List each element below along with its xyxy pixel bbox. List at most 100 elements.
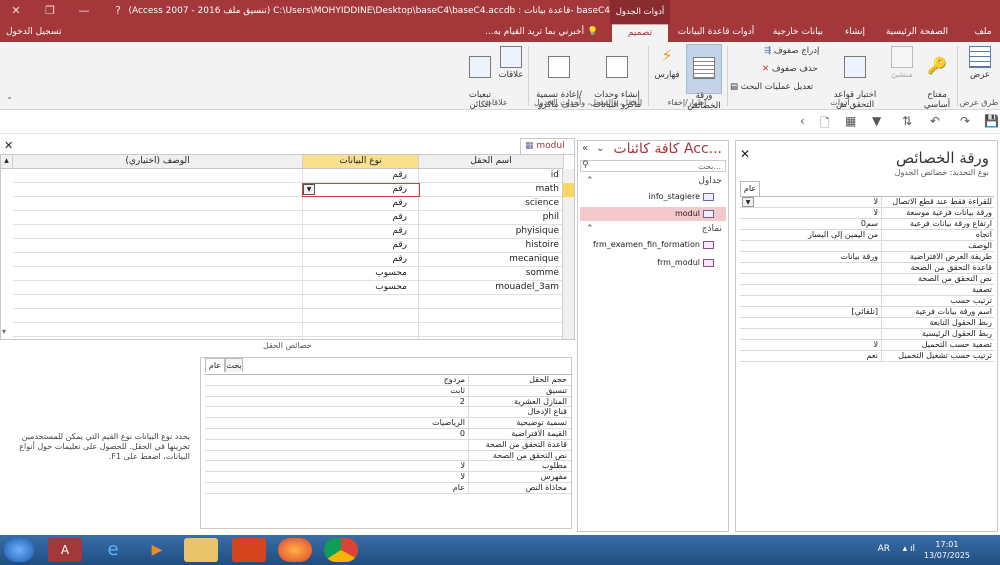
table-row[interactable] [13, 295, 563, 309]
nav-section-forms[interactable]: نماذج [702, 224, 722, 234]
tab-database-tools[interactable]: أدوات قاعدة البيانات [670, 24, 762, 42]
close-document-icon[interactable]: ✕ [4, 139, 13, 152]
minimize-window-button[interactable]: — [70, 0, 98, 24]
table-row[interactable]: mecanique رقم [13, 253, 563, 267]
table-row[interactable]: mouadel_3am محسوب [13, 281, 563, 295]
datasheet-icon[interactable]: ▦ [845, 114, 856, 128]
tell-me-box[interactable]: 💡 أخبرني بما تريد القيام به... [485, 27, 598, 37]
modify-lookups-button[interactable]: ▤ تعديل عمليات البحث [730, 82, 813, 92]
builder-button[interactable]: منشئ [886, 46, 918, 80]
sort-icon[interactable]: ⇅ [902, 114, 912, 128]
table-row[interactable]: somme محسوب [13, 267, 563, 281]
property-value[interactable]: لا [873, 208, 878, 218]
property-row[interactable]: تصفية حسب التحميل لا [740, 340, 994, 351]
start-button[interactable] [4, 538, 34, 562]
test-validation-button[interactable]: اختبار قواعد التحقق من الصحة [826, 46, 884, 120]
file-explorer-icon[interactable] [184, 538, 218, 562]
section-collapse-icon[interactable]: ⌃ [586, 224, 594, 234]
nav-pane-title[interactable]: كافة كائنات Acc... [613, 141, 722, 157]
table-row[interactable]: phyisique رقم [13, 225, 563, 239]
close-window-button[interactable]: ✕ [2, 0, 30, 24]
data-type-cell[interactable]: رقم [392, 211, 407, 224]
property-row[interactable]: قاعدة التحقق من الصحة [740, 263, 994, 274]
field-property-row[interactable]: مفهرس لا [205, 472, 571, 484]
property-row[interactable]: ورقة بيانات فرعية موسعة لا [740, 208, 994, 219]
field-property-row[interactable]: مطلوب لا [205, 461, 571, 473]
indexes-button[interactable]: ⚡ فهارس [652, 46, 682, 80]
field-property-row[interactable]: تنسيق ثابت [205, 385, 571, 397]
nav-item-frm-modul[interactable]: frm_modul [580, 256, 726, 270]
table-row[interactable]: science رقم [13, 197, 563, 211]
table-row[interactable] [13, 309, 563, 323]
field-property-value[interactable]: 0 [460, 429, 465, 439]
primary-key-button[interactable]: 🔑 مفتاح أساسي [920, 46, 954, 110]
field-name-cell[interactable]: phyisique [516, 225, 559, 238]
field-property-row[interactable]: تسمية توضيحية الرياضيات [205, 418, 571, 430]
scroll-down-icon[interactable]: ▾ [2, 327, 6, 336]
property-row[interactable]: الوصف [740, 241, 994, 252]
field-property-value[interactable]: ثابت [450, 386, 465, 396]
property-row[interactable]: تصفية [740, 285, 994, 296]
field-name-cell[interactable]: phil [543, 211, 559, 224]
property-row[interactable]: ارتفاع ورقة بيانات فرعية 0سم [740, 219, 994, 230]
property-row[interactable]: ترتيب حسب تشغيل التحميل نعم [740, 351, 994, 362]
field-name-cell[interactable]: id [551, 169, 559, 182]
property-value[interactable]: [تلقائي] [851, 307, 878, 317]
field-name-cell[interactable]: mouadel_3am [495, 281, 559, 294]
table-row[interactable]: histoire رقم [13, 239, 563, 253]
data-type-cell[interactable]: رقم [392, 197, 407, 210]
chrome-icon[interactable] [324, 538, 358, 562]
document-app-icon[interactable] [232, 538, 266, 562]
tab-file[interactable]: ملف [966, 24, 1000, 42]
field-name-cell[interactable]: somme [526, 267, 559, 280]
media-player-icon[interactable]: ▶ [140, 538, 174, 562]
nav-item-info-stagiere[interactable]: info_stagiere [580, 190, 726, 204]
language-indicator[interactable]: AR [878, 544, 890, 554]
property-row[interactable]: اتجاه من اليمين إلى اليسار [740, 230, 994, 241]
field-name-cell[interactable]: math [535, 183, 559, 196]
tab-create[interactable]: إنشاء [835, 24, 875, 42]
view-button[interactable]: عرض [964, 46, 996, 80]
firefox-icon[interactable] [278, 538, 312, 562]
property-value[interactable]: من اليمين إلى اليسار [808, 230, 878, 240]
property-value[interactable]: نعم [867, 351, 878, 361]
tab-general[interactable]: عام [740, 181, 760, 196]
data-type-cell[interactable]: محسوب [375, 267, 407, 280]
field-property-value[interactable]: عام [453, 483, 465, 493]
field-property-row[interactable]: نص التحقق من الصحة [205, 450, 571, 462]
clock[interactable]: 17:01 13/07/2025 [924, 539, 970, 561]
insert-rows-button[interactable]: ⇶ إدراج صفوف [764, 46, 819, 56]
filter-icon[interactable]: ▼ [872, 114, 881, 128]
dropdown-arrow-icon[interactable]: ▼ [742, 197, 754, 207]
undo-icon[interactable]: ↶ [930, 114, 940, 128]
nav-search-input[interactable]: بحث... [580, 160, 726, 172]
property-row[interactable]: ترتيب حسب [740, 296, 994, 307]
table-row[interactable] [13, 323, 563, 337]
data-type-cell[interactable]: رقم [392, 225, 407, 238]
property-row[interactable]: ربط الحقول الرئيسية [740, 329, 994, 340]
data-type-cell[interactable]: رقم [392, 239, 407, 252]
table-row[interactable]: id رقم [13, 169, 563, 183]
property-row[interactable]: للقراءة فقط عند قطع الاتصال لا ▼ [740, 197, 994, 208]
property-value[interactable]: ورقة بيانات [840, 252, 878, 262]
collapse-nav-icon[interactable]: « [582, 143, 588, 154]
internet-explorer-icon[interactable]: e [96, 538, 130, 562]
redo-icon[interactable]: ↷ [960, 114, 970, 128]
field-property-row[interactable]: المنازل العشرية 2 [205, 396, 571, 408]
chevron-down-icon[interactable]: ⌄ [596, 143, 604, 154]
data-type-cell[interactable]: محسوب [375, 281, 407, 294]
property-sheet-button[interactable]: ورقة الخصائص [686, 44, 722, 111]
property-row[interactable]: ربط الحقول التابعة [740, 318, 994, 329]
delete-rows-button[interactable]: ✕ حذف صفوف [762, 64, 818, 74]
field-name-cell[interactable]: mecanique [509, 253, 559, 266]
field-name-cell[interactable]: histoire [526, 239, 559, 252]
save-icon[interactable]: 💾 [984, 114, 999, 128]
document-tab-modul[interactable]: ▦ modul [520, 138, 575, 154]
section-collapse-icon[interactable]: ⌃ [586, 176, 594, 186]
tab-lookup[interactable]: بحث [225, 358, 243, 372]
new-document-icon[interactable]: 🗋 [820, 114, 830, 135]
customize-toolbar-icon[interactable]: ‹ [800, 114, 805, 128]
data-type-cell[interactable]: رقم [392, 253, 407, 266]
field-property-value[interactable]: الرياضيات [432, 418, 465, 428]
row-selector-column[interactable] [562, 169, 574, 339]
